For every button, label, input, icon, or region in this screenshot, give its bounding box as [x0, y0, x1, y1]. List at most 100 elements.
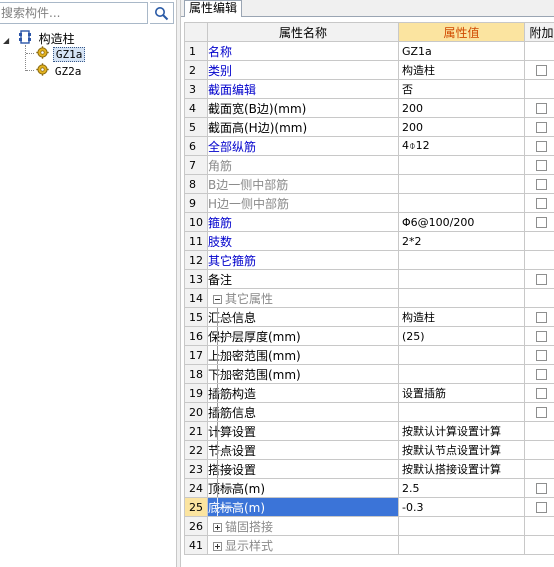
table-row[interactable]: 16 保护层厚度(mm) (25) [184, 326, 554, 346]
row-number[interactable]: 14 [184, 288, 208, 308]
row-number[interactable]: 4 [184, 98, 208, 118]
property-name-cell[interactable]: 顶标高(m) [207, 478, 399, 498]
property-value[interactable] [398, 193, 525, 213]
property-name-cell[interactable]: 角筋 [207, 155, 399, 175]
property-name-cell[interactable]: 其它箍筋 [207, 250, 399, 270]
property-name-cell[interactable]: 全部纵筋 [207, 136, 399, 156]
table-row[interactable]: 13 备注 [184, 269, 554, 289]
additional-checkbox[interactable] [536, 122, 547, 133]
property-value[interactable]: 2.5 [398, 478, 525, 498]
row-number[interactable]: 17 [184, 345, 208, 365]
table-row[interactable]: 20 插筋信息 [184, 402, 554, 422]
search-input[interactable] [0, 2, 148, 24]
table-row[interactable]: 23 搭接设置 按默认搭接设置计算 [184, 459, 554, 479]
row-number[interactable]: 10 [184, 212, 208, 232]
row-number[interactable]: 12 [184, 250, 208, 270]
row-number[interactable]: 3 [184, 79, 208, 99]
expand-icon[interactable] [213, 522, 222, 532]
tree-root[interactable]: ◢ 构造柱 [3, 30, 75, 46]
row-number[interactable]: 9 [184, 193, 208, 213]
additional-cell[interactable] [524, 269, 554, 289]
property-value[interactable] [398, 535, 525, 555]
property-value[interactable]: 构造柱 [398, 307, 525, 327]
property-value[interactable] [398, 402, 525, 422]
property-name-cell[interactable]: 保护层厚度(mm) [207, 326, 399, 346]
row-number[interactable]: 6 [184, 136, 208, 156]
table-row[interactable]: 11 肢数 2*2 [184, 231, 554, 251]
row-number[interactable]: 16 [184, 326, 208, 346]
property-name-cell[interactable]: 搭接设置 [207, 459, 399, 479]
additional-cell[interactable] [524, 364, 554, 384]
additional-cell[interactable] [524, 478, 554, 498]
row-number[interactable]: 13 [184, 269, 208, 289]
table-row[interactable]: 21 计算设置 按默认计算设置计算 [184, 421, 554, 441]
property-value[interactable] [398, 250, 525, 270]
property-name-cell[interactable]: 插筋信息 [207, 402, 399, 422]
property-value[interactable]: -0.3 [398, 497, 525, 517]
property-name-cell[interactable]: 类别 [207, 60, 399, 80]
property-name-cell[interactable]: 上加密范围(mm) [207, 345, 399, 365]
property-value[interactable]: 2*2 [398, 231, 525, 251]
table-row[interactable]: 4 截面宽(B边)(mm) 200 [184, 98, 554, 118]
additional-checkbox[interactable] [536, 502, 547, 513]
property-name-cell[interactable]: 截面编辑 [207, 79, 399, 99]
property-name-cell[interactable]: 肢数 [207, 231, 399, 251]
property-name-cell[interactable]: 插筋构造 [207, 383, 399, 403]
property-value[interactable] [398, 155, 525, 175]
row-number[interactable]: 11 [184, 231, 208, 251]
additional-checkbox[interactable] [536, 369, 547, 380]
table-row[interactable]: 2 类别 构造柱 [184, 60, 554, 80]
property-name-cell[interactable]: 底标高(m) [207, 497, 399, 517]
additional-checkbox[interactable] [536, 407, 547, 418]
row-number[interactable]: 22 [184, 440, 208, 460]
additional-checkbox[interactable] [536, 274, 547, 285]
property-name-cell[interactable]: 截面高(H边)(mm) [207, 117, 399, 137]
property-value[interactable]: Φ6@100/200 [398, 212, 525, 232]
property-value[interactable]: (25) [398, 326, 525, 346]
table-row[interactable]: 18 下加密范围(mm) [184, 364, 554, 384]
property-value[interactable] [398, 288, 525, 308]
property-value[interactable] [398, 364, 525, 384]
property-value[interactable] [398, 269, 525, 289]
additional-checkbox[interactable] [536, 388, 547, 399]
property-name-cell[interactable]: 汇总信息 [207, 307, 399, 327]
additional-cell[interactable] [524, 60, 554, 80]
property-name-cell[interactable]: 显示样式 [207, 535, 399, 555]
additional-checkbox[interactable] [536, 65, 547, 76]
property-name-cell[interactable]: 箍筋 [207, 212, 399, 232]
row-number[interactable]: 25 [184, 497, 208, 517]
expand-icon[interactable] [213, 541, 222, 551]
table-row[interactable]: 15 汇总信息 构造柱 [184, 307, 554, 327]
property-value[interactable]: 设置插筋 [398, 383, 525, 403]
row-number[interactable]: 8 [184, 174, 208, 194]
table-row[interactable]: 1 名称 GZ1a [184, 41, 554, 61]
table-row[interactable]: 12 其它箍筋 [184, 250, 554, 270]
property-name-cell[interactable]: 备注 [207, 269, 399, 289]
table-row[interactable]: 22 节点设置 按默认节点设置计算 [184, 440, 554, 460]
header-additional[interactable]: 附加 [524, 22, 554, 42]
row-number[interactable]: 7 [184, 155, 208, 175]
table-row[interactable]: 6 全部纵筋 4⌽12 [184, 136, 554, 156]
row-number[interactable]: 41 [184, 535, 208, 555]
additional-checkbox[interactable] [536, 331, 547, 342]
additional-checkbox[interactable] [536, 198, 547, 209]
additional-checkbox[interactable] [536, 350, 547, 361]
property-name-cell[interactable]: 锚固搭接 [207, 516, 399, 536]
property-value[interactable]: GZ1a [398, 41, 525, 61]
table-row[interactable]: 3 截面编辑 否 [184, 79, 554, 99]
property-value[interactable]: 构造柱 [398, 60, 525, 80]
table-row[interactable]: 8 B边一侧中部筋 [184, 174, 554, 194]
property-value[interactable]: 200 [398, 117, 525, 137]
table-row[interactable]: 24 顶标高(m) 2.5 [184, 478, 554, 498]
additional-checkbox[interactable] [536, 483, 547, 494]
property-value[interactable]: 按默认节点设置计算 [398, 440, 525, 460]
tab-property-edit[interactable]: 属性编辑 [184, 0, 243, 17]
additional-checkbox[interactable] [536, 217, 547, 228]
row-number[interactable]: 24 [184, 478, 208, 498]
additional-cell[interactable] [524, 345, 554, 365]
additional-cell[interactable] [524, 326, 554, 346]
row-number[interactable]: 21 [184, 421, 208, 441]
additional-cell[interactable] [524, 383, 554, 403]
property-value[interactable]: 按默认搭接设置计算 [398, 459, 525, 479]
collapse-icon[interactable] [213, 294, 222, 304]
